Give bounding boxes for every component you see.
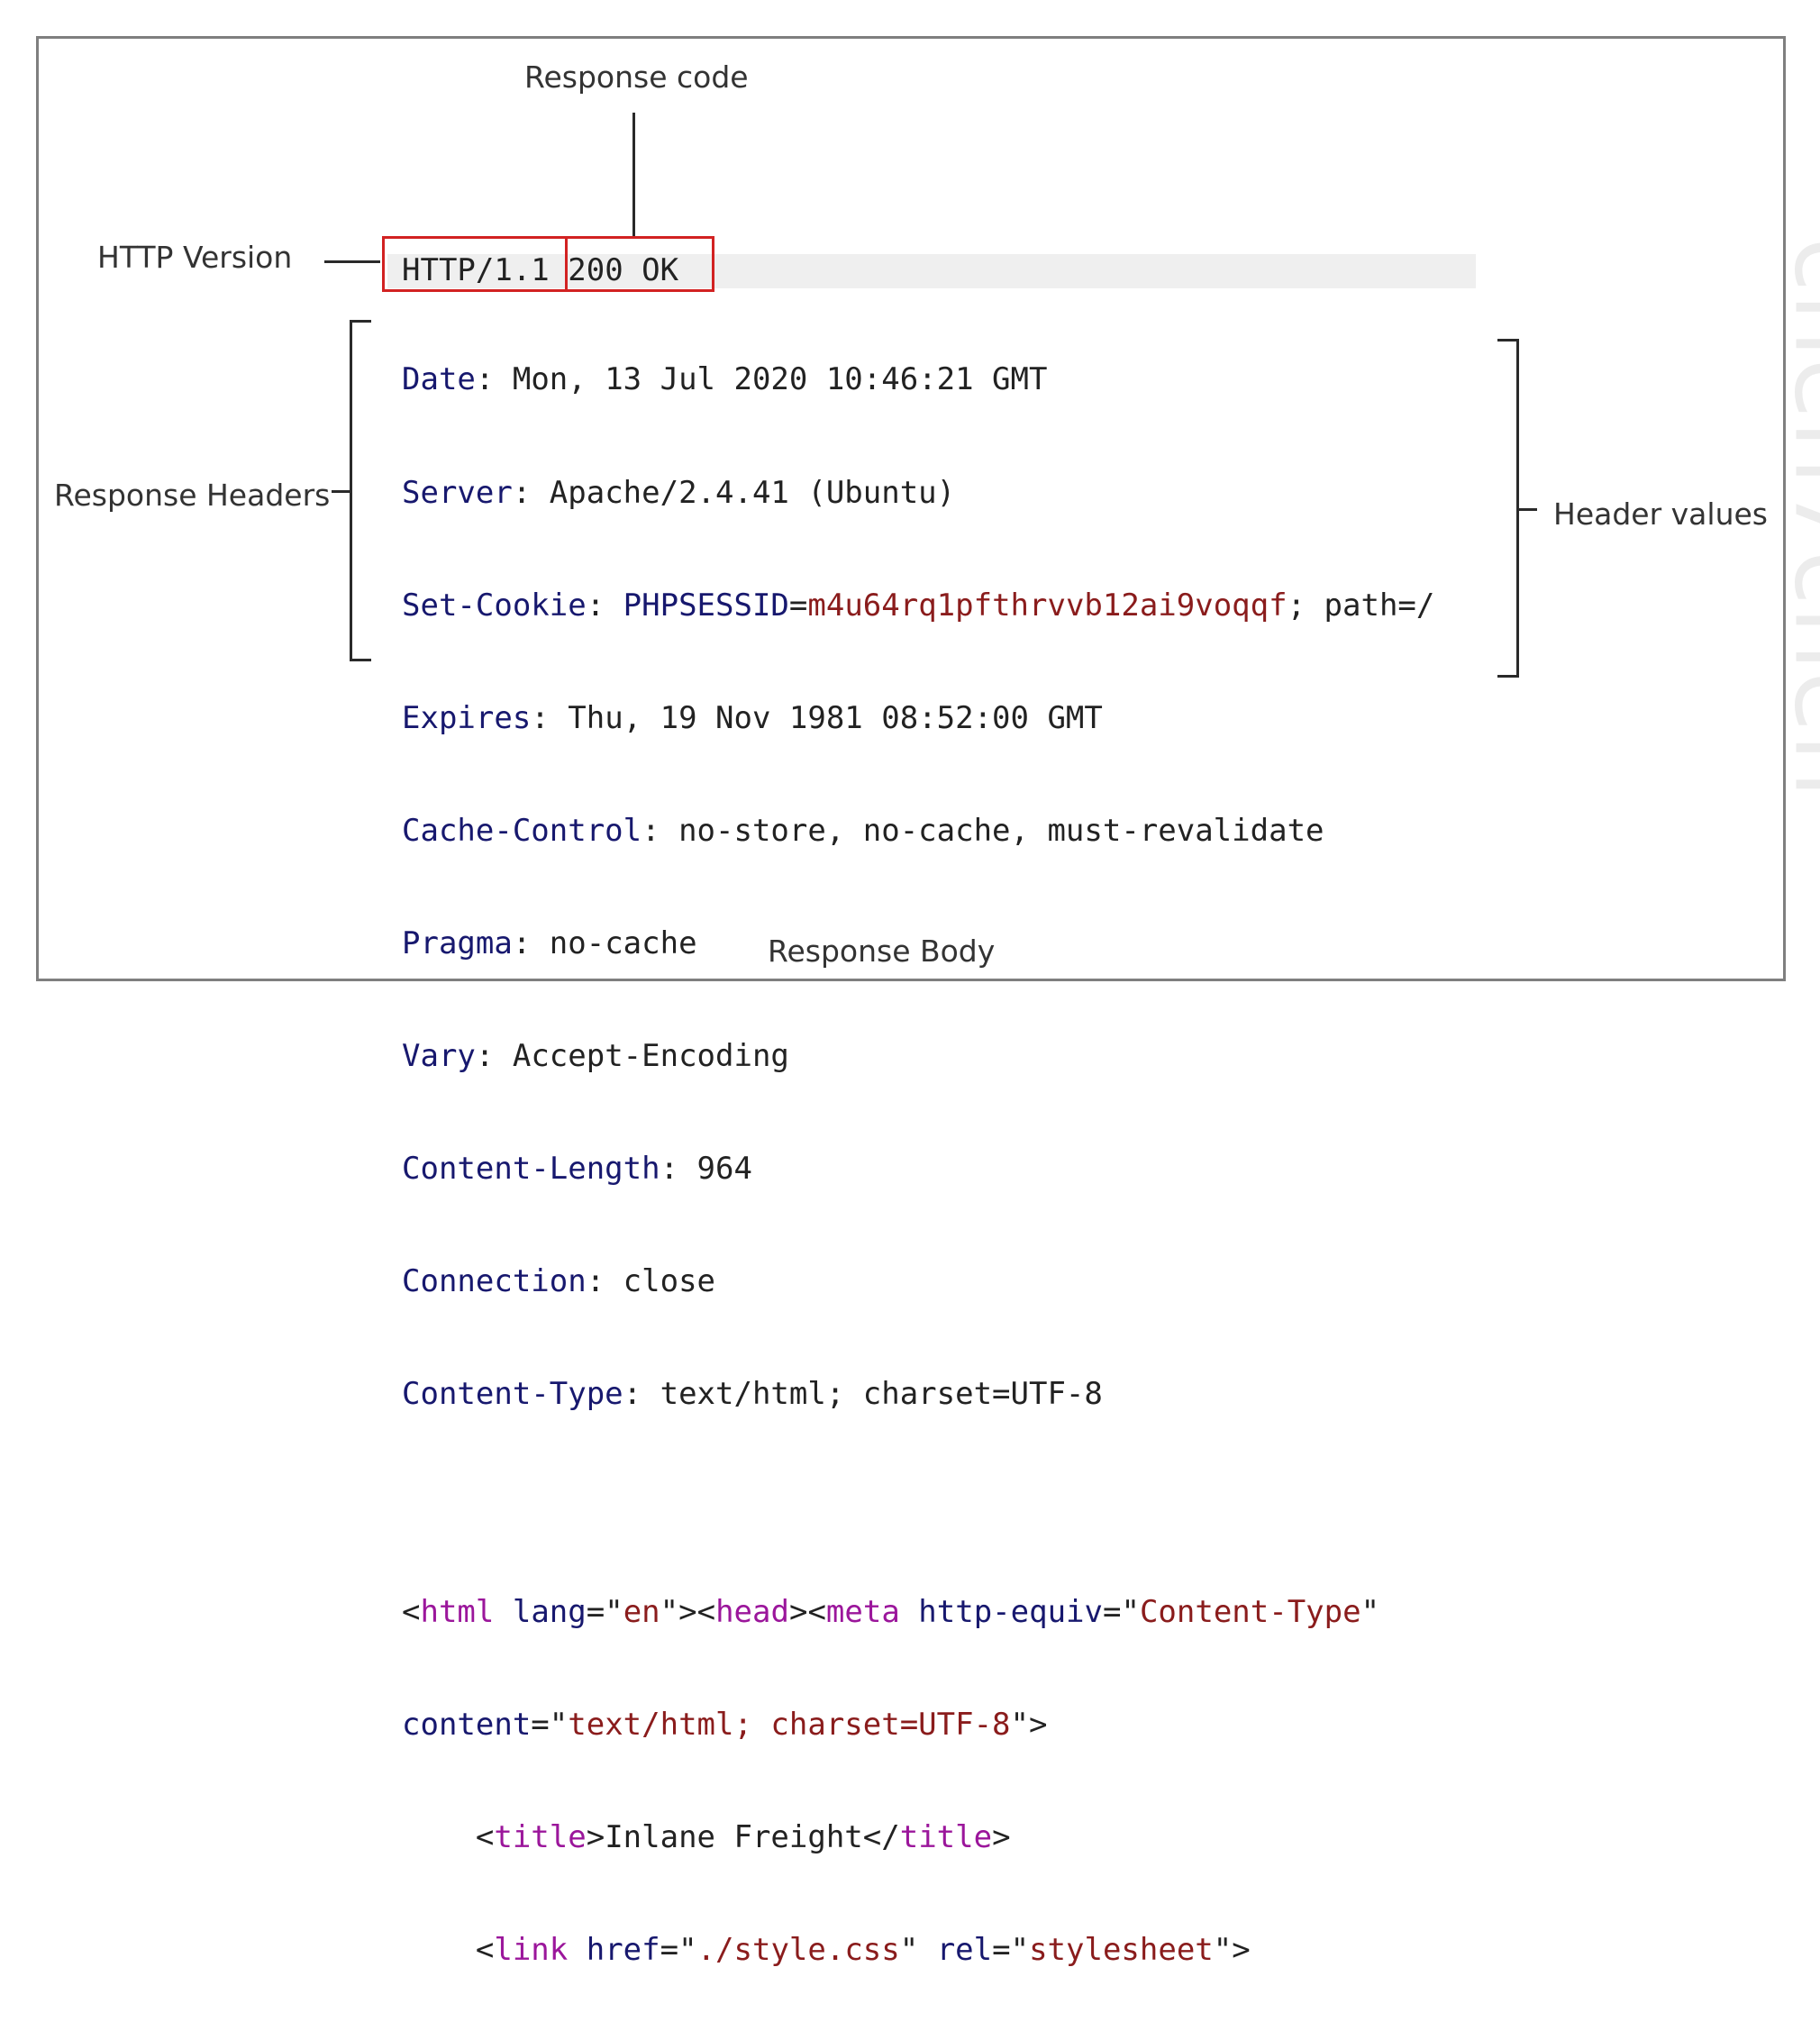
- body-line-3: <title>Inlane Freight</title>: [402, 1818, 1011, 1855]
- header-name: Cache-Control: [402, 812, 642, 849]
- header-name: Server: [402, 474, 513, 511]
- header-row-content-type: Content-Type: text/html; charset=UTF-8: [402, 1376, 1103, 1413]
- label-http-version: HTTP Version: [97, 240, 293, 275]
- watermark: chen7chen: [1772, 237, 1820, 799]
- header-row-server: Server: Apache/2.4.41 (Ubuntu): [402, 474, 956, 511]
- blank-row: [402, 1489, 1434, 1518]
- http-version-box: [382, 236, 568, 292]
- header-row-date: Date: Mon, 13 Jul 2020 10:46:21 GMT: [402, 361, 1048, 398]
- header-row-set-cookie: Set-Cookie: PHPSESSID=m4u64rq1pfthrvvb12…: [402, 587, 1435, 624]
- header-row-connection: Connection: close: [402, 1263, 716, 1300]
- header-row-pragma: Pragma: no-cache: [402, 924, 697, 961]
- header-row-cache-control: Cache-Control: no-store, no-cache, must-…: [402, 812, 1324, 849]
- header-row-expires: Expires: Thu, 19 Nov 1981 08:52:00 GMT: [402, 699, 1103, 736]
- header-name: Content-Type: [402, 1376, 623, 1413]
- headers-bracket-vertical: [350, 320, 352, 661]
- label-response-code: Response code: [524, 59, 749, 95]
- header-value: no-cache: [549, 924, 697, 961]
- values-bracket-bottom: [1497, 675, 1519, 678]
- header-name: Date: [402, 361, 476, 398]
- header-value: 964: [696, 1151, 752, 1188]
- cookie-value: m4u64rq1pfthrvvb12ai9voqqf: [807, 587, 1288, 624]
- response-code-listing: Date: Mon, 13 Jul 2020 10:46:21 GMT Serv…: [402, 287, 1434, 2031]
- http-version-connector: [324, 260, 380, 263]
- status-code-box: [565, 236, 714, 292]
- header-value: Mon, 13 Jul 2020 10:46:21 GMT: [512, 361, 1048, 398]
- header-name: Vary: [402, 1037, 476, 1074]
- header-name: Set-Cookie: [402, 587, 587, 624]
- headers-bracket-bottom: [350, 659, 371, 661]
- header-name: Expires: [402, 699, 532, 736]
- response-code-connector: [632, 113, 635, 236]
- header-value: close: [623, 1263, 716, 1300]
- values-bracket-tick: [1519, 508, 1537, 511]
- body-line-2: content="text/html; charset=UTF-8">: [402, 1706, 1048, 1743]
- headers-bracket-tick: [332, 490, 350, 493]
- header-value: text/html; charset=UTF-8: [660, 1376, 1103, 1413]
- header-value: Apache/2.4.41 (Ubuntu): [549, 474, 956, 511]
- body-line-1: <html lang="en"><head><meta http-equiv="…: [402, 1593, 1380, 1630]
- header-value: no-store, no-cache, must-revalidate: [678, 812, 1324, 849]
- header-row-content-length: Content-Length: 964: [402, 1151, 752, 1188]
- headers-bracket-top: [350, 320, 371, 323]
- header-value: Thu, 19 Nov 1981 08:52:00 GMT: [568, 699, 1103, 736]
- label-response-headers: Response Headers: [54, 478, 331, 513]
- body-line-4: <link href="./style.css" rel="stylesheet…: [402, 1932, 1251, 1969]
- header-value: Accept-Encoding: [512, 1037, 789, 1074]
- header-name: Content-Length: [402, 1151, 660, 1188]
- cookie-name: PHPSESSID: [623, 587, 789, 624]
- header-row-vary: Vary: Accept-Encoding: [402, 1037, 789, 1074]
- label-header-values: Header values: [1553, 496, 1768, 532]
- header-name: Pragma: [402, 924, 513, 961]
- header-name: Connection: [402, 1263, 587, 1300]
- header-value: path=/: [1324, 587, 1435, 624]
